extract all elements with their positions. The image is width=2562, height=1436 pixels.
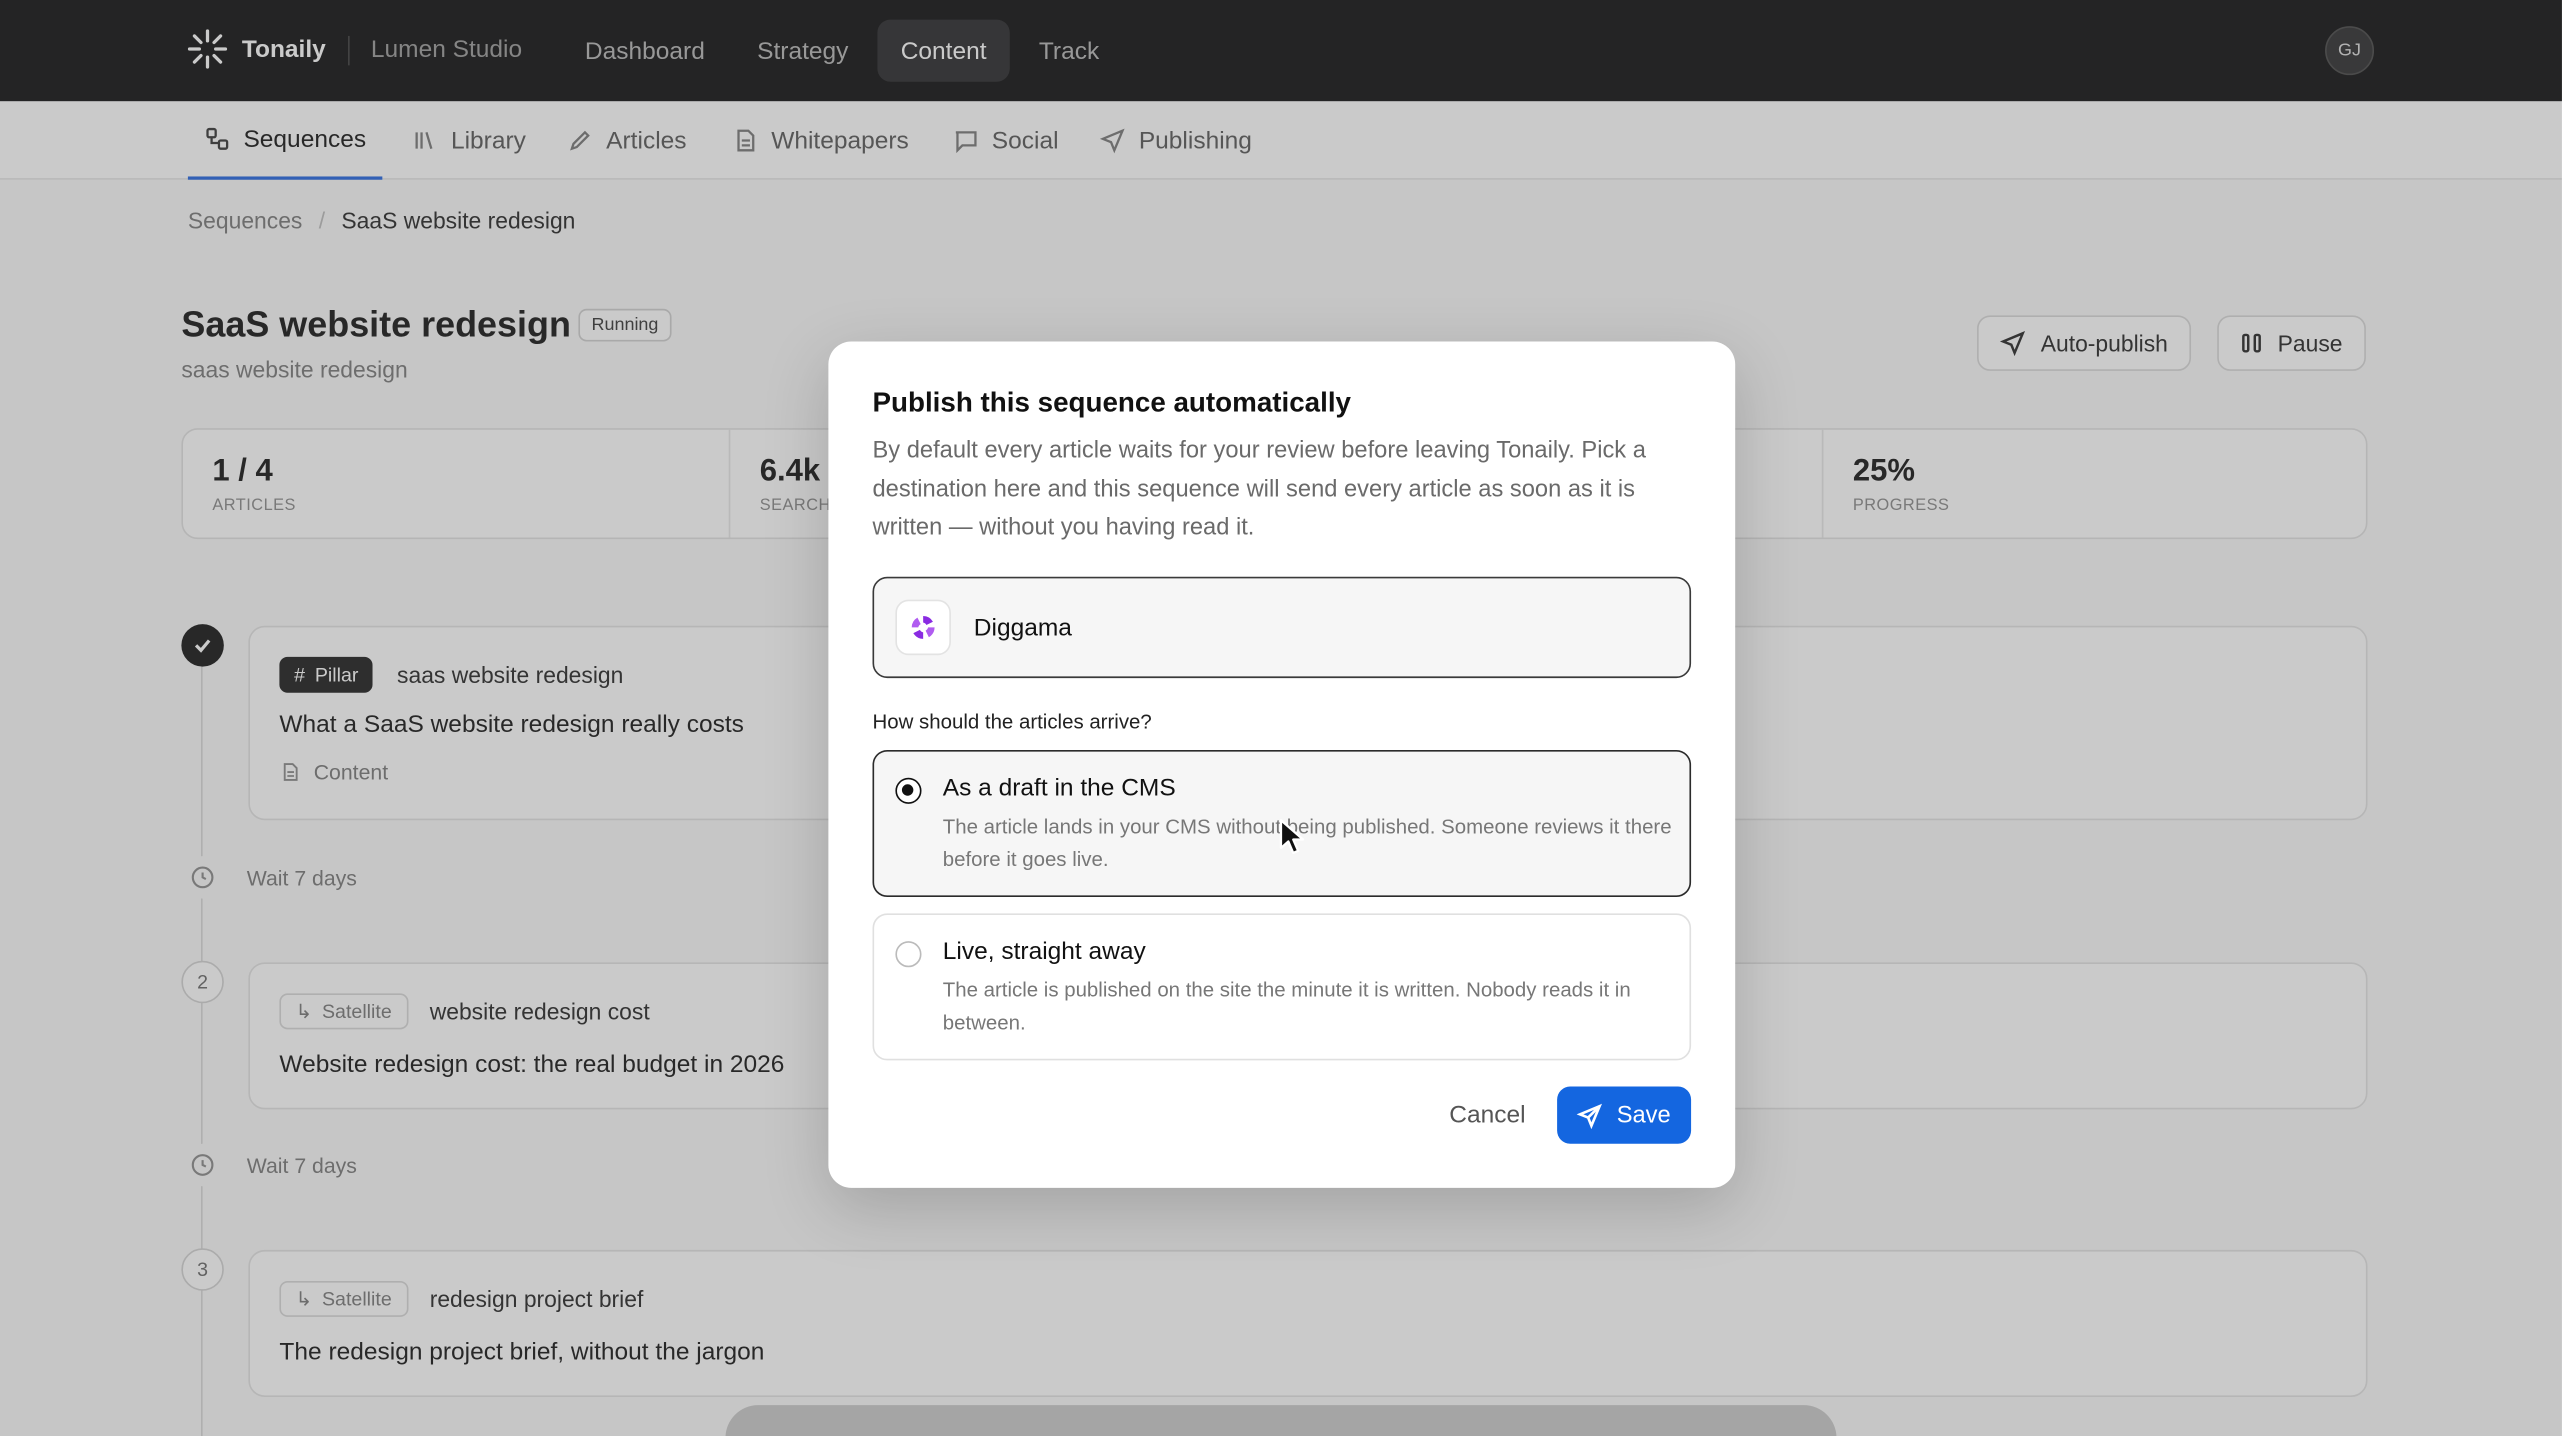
radio-live[interactable] bbox=[895, 941, 922, 968]
option-live-description: The article is published on the site the… bbox=[942, 978, 1631, 1035]
dialog-description: By default every article waits for your … bbox=[872, 437, 1646, 541]
destination-name: Diggama bbox=[973, 613, 1072, 642]
send-icon bbox=[1577, 1102, 1603, 1129]
cancel-button[interactable]: Cancel bbox=[1449, 1101, 1525, 1129]
arrival-question: How should the articles arrive? bbox=[872, 710, 1152, 734]
option-live[interactable]: Live, straight away The article is publi… bbox=[872, 913, 1692, 1061]
option-draft-description: The article lands in your CMS without be… bbox=[942, 815, 1672, 871]
diggama-logo-icon bbox=[895, 599, 951, 656]
option-live-title: Live, straight away bbox=[942, 937, 1146, 966]
mouse-cursor-icon bbox=[1279, 819, 1305, 855]
option-draft-title: As a draft in the CMS bbox=[942, 774, 1176, 803]
radio-draft[interactable] bbox=[895, 777, 922, 804]
app-stage: Tonaily Lumen Studio Dashboard Strategy … bbox=[0, 0, 2562, 1436]
destination-selector[interactable]: Diggama bbox=[872, 576, 1692, 679]
save-button[interactable]: Save bbox=[1557, 1086, 1692, 1144]
save-label: Save bbox=[1616, 1102, 1671, 1129]
auto-publish-dialog: Publish this sequence automatically By d… bbox=[828, 341, 1736, 1188]
dialog-title: Publish this sequence automatically bbox=[872, 387, 1352, 419]
